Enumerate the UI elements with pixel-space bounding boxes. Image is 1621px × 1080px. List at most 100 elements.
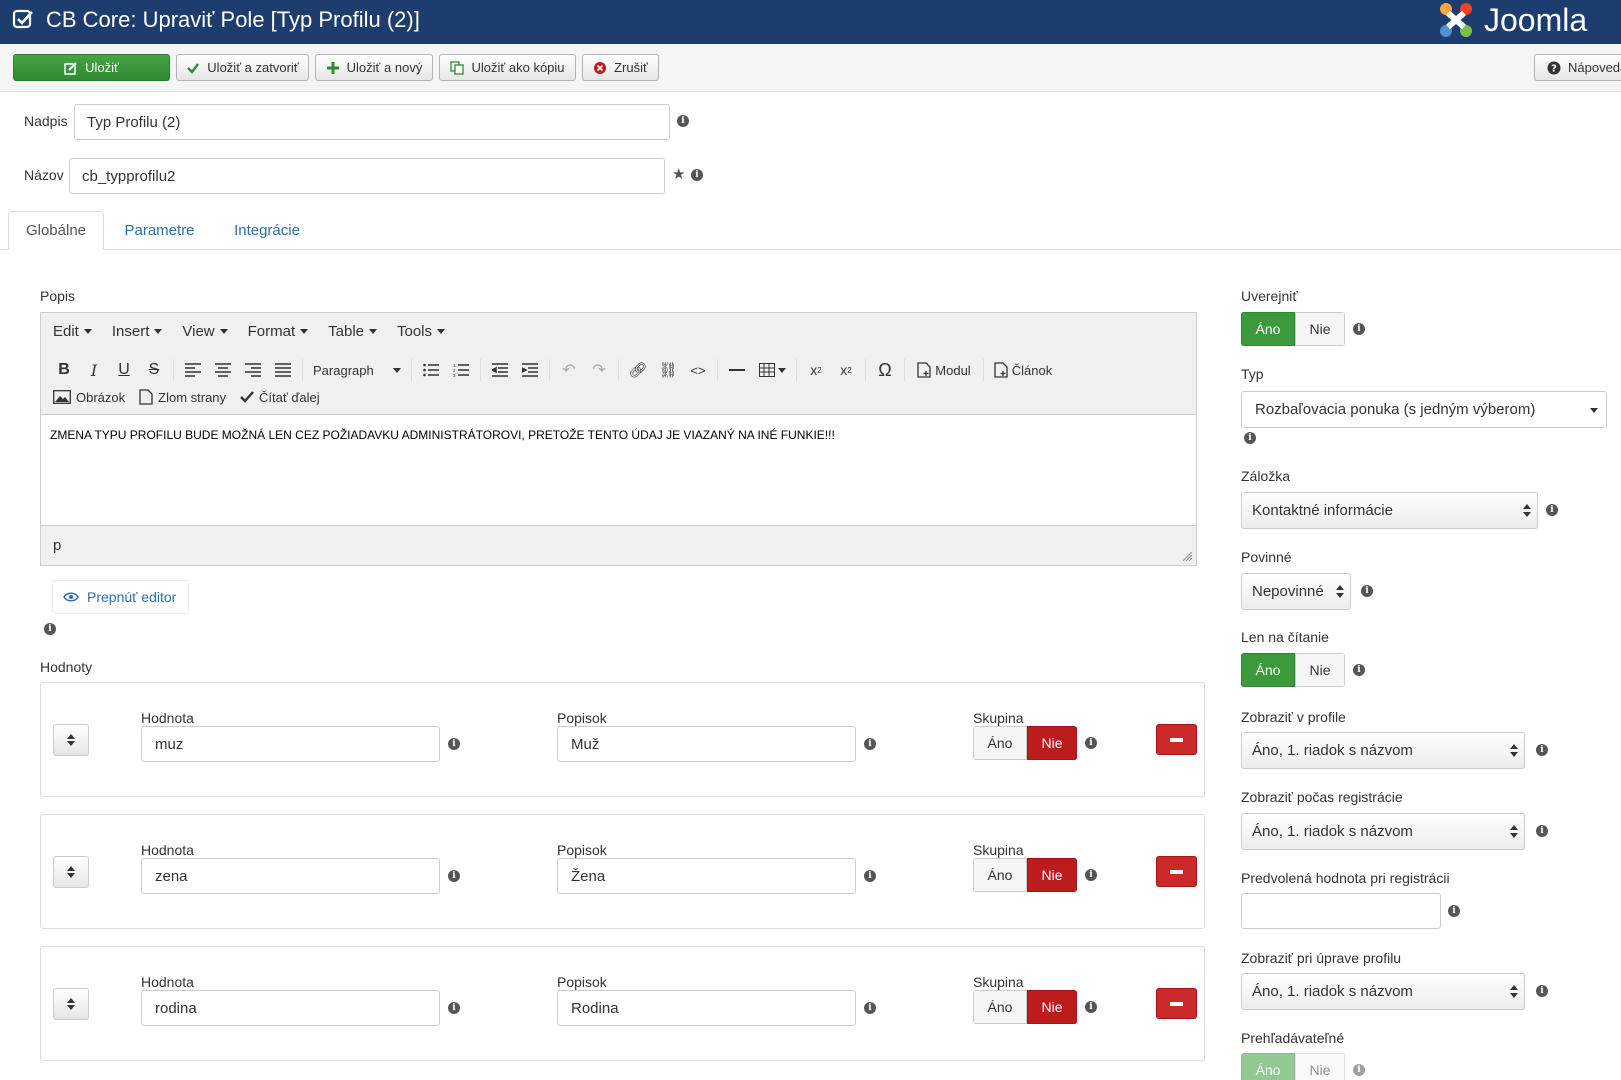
- save-new-button[interactable]: Uložiť a nový: [315, 54, 433, 81]
- show-registration-select[interactable]: Áno, 1. riadok s názvom: [1241, 813, 1525, 850]
- tab-integracie[interactable]: Integrácie: [224, 211, 310, 250]
- menu-table[interactable]: Table: [328, 323, 377, 340]
- searchable-no-button[interactable]: Nie: [1295, 1053, 1345, 1080]
- save-close-button[interactable]: Uložiť a zatvoriť: [176, 54, 309, 81]
- separator: [904, 359, 905, 381]
- toggle-editor-button[interactable]: Prepnúť editor: [52, 580, 189, 614]
- reorder-handle[interactable]: [53, 724, 89, 756]
- editor-content[interactable]: ZMENA TYPU PROFILU BUDE MOŽNÁ LEN CEZ PO…: [41, 414, 1196, 526]
- menu-format[interactable]: Format: [248, 323, 309, 340]
- separator: [796, 359, 797, 381]
- caption-input[interactable]: Muž: [557, 726, 856, 762]
- readonly-toggle: Áno Nie: [1241, 653, 1345, 687]
- info-icon: i: [448, 870, 460, 882]
- reorder-handle[interactable]: [53, 856, 89, 888]
- outdent-icon[interactable]: [485, 357, 515, 383]
- searchable-yes-button[interactable]: Áno: [1241, 1053, 1295, 1080]
- chevron-down-icon: [1590, 408, 1598, 413]
- menu-view[interactable]: View: [182, 322, 228, 340]
- remove-row-button[interactable]: [1156, 988, 1197, 1019]
- group-no-button[interactable]: Nie: [1027, 726, 1077, 760]
- cancel-button[interactable]: Zrušiť: [582, 54, 659, 81]
- link-icon[interactable]: 🔗︎: [623, 357, 653, 383]
- tab-select[interactable]: Kontaktné informácie: [1241, 492, 1538, 529]
- value-input[interactable]: rodina: [141, 990, 440, 1026]
- show-edit-select[interactable]: Áno, 1. riadok s názvom: [1241, 973, 1525, 1010]
- separator: [717, 359, 718, 381]
- numbered-list-icon[interactable]: 123: [446, 357, 476, 383]
- type-select[interactable]: Rozbaľovacia ponuka (s jedným výberom): [1241, 391, 1607, 428]
- caption-input[interactable]: Žena: [557, 858, 856, 894]
- help-button[interactable]: ? Nápoveda: [1534, 54, 1621, 81]
- readonly-yes-button[interactable]: Áno: [1241, 653, 1295, 687]
- title-input[interactable]: Typ Profilu (2): [74, 104, 670, 140]
- unlink-icon[interactable]: ⛓︎: [653, 357, 683, 383]
- value-input[interactable]: muz: [141, 726, 440, 762]
- table-icon[interactable]: [752, 357, 792, 383]
- menu-insert[interactable]: Insert: [112, 323, 163, 340]
- align-justify-icon[interactable]: [268, 357, 298, 383]
- remove-row-button[interactable]: [1156, 856, 1197, 887]
- code-icon[interactable]: <>: [683, 357, 713, 383]
- separator: [411, 359, 412, 381]
- horizontal-rule-icon[interactable]: [722, 357, 752, 383]
- page-break-button[interactable]: Zlom strany: [139, 384, 226, 410]
- redo-icon[interactable]: ↷: [584, 357, 614, 383]
- strikethrough-icon[interactable]: S: [139, 357, 169, 383]
- select-arrows-icon: [1510, 985, 1518, 999]
- bold-icon[interactable]: B: [49, 357, 79, 383]
- page-header: CB Core: Upraviť Pole [Typ Profilu (2)] …: [0, 0, 1621, 44]
- name-input[interactable]: cb_typprofilu2: [69, 158, 665, 194]
- chevron-down-icon: [777, 367, 786, 373]
- image-button[interactable]: Obrázok: [53, 384, 125, 410]
- resize-handle-icon[interactable]: [1183, 552, 1192, 561]
- publish-no-button[interactable]: Nie: [1295, 312, 1345, 346]
- superscript-icon[interactable]: x2: [831, 357, 861, 383]
- save-button[interactable]: Uložiť: [13, 54, 170, 81]
- tab-globalne[interactable]: Globálne: [8, 211, 104, 250]
- required-select-value: Nepovinné: [1252, 583, 1324, 600]
- cancel-icon: [594, 61, 607, 74]
- menu-tools[interactable]: Tools: [397, 323, 446, 340]
- readonly-no-button[interactable]: Nie: [1295, 653, 1345, 687]
- caption-input[interactable]: Rodina: [557, 990, 856, 1026]
- menu-view-label: View: [182, 322, 215, 340]
- show-profile-select[interactable]: Áno, 1. riadok s názvom: [1241, 732, 1525, 769]
- tab-parametre[interactable]: Parametre: [112, 211, 207, 250]
- save-copy-button[interactable]: Uložiť ako kópiu: [439, 54, 576, 81]
- value-input[interactable]: zena: [141, 858, 440, 894]
- rich-text-editor: Edit Insert View Format Table Tools B I …: [40, 312, 1197, 566]
- publish-yes-button[interactable]: Áno: [1241, 312, 1295, 346]
- underline-icon[interactable]: U: [109, 357, 139, 383]
- indent-icon[interactable]: [515, 357, 545, 383]
- editor-toolbar-row-2: Obrázok Zlom strany Čítať ďalej: [53, 383, 320, 411]
- group-no-button[interactable]: Nie: [1027, 990, 1077, 1024]
- align-left-icon[interactable]: [178, 357, 208, 383]
- chevron-down-icon: [219, 328, 228, 334]
- svg-text:3: 3: [453, 373, 456, 377]
- editor-menubar: Edit Insert View Format Table Tools: [41, 313, 1196, 349]
- italic-icon[interactable]: I: [79, 357, 109, 383]
- remove-row-button[interactable]: [1156, 724, 1197, 755]
- article-button[interactable]: Článok: [988, 357, 1058, 383]
- bullet-list-icon[interactable]: [416, 357, 446, 383]
- align-center-icon[interactable]: [208, 357, 238, 383]
- editor-status-path[interactable]: p: [53, 537, 61, 554]
- undo-icon[interactable]: ↶: [554, 357, 584, 383]
- default-value-input[interactable]: [1241, 893, 1441, 929]
- module-button[interactable]: Modul: [909, 357, 979, 383]
- reorder-handle[interactable]: [53, 988, 89, 1020]
- paragraph-select[interactable]: Paragraph: [307, 357, 407, 383]
- group-yes-button[interactable]: Áno: [973, 726, 1027, 760]
- required-select[interactable]: Nepovinné: [1241, 573, 1351, 610]
- special-character-icon[interactable]: Ω: [870, 357, 900, 383]
- group-yes-button[interactable]: Áno: [973, 858, 1027, 892]
- group-yes-button[interactable]: Áno: [973, 990, 1027, 1024]
- chevron-down-icon: [369, 328, 377, 334]
- check-icon: [187, 62, 200, 74]
- read-more-button[interactable]: Čítať ďalej: [240, 384, 320, 410]
- subscript-icon[interactable]: x2: [801, 357, 831, 383]
- menu-edit[interactable]: Edit: [53, 323, 92, 340]
- group-no-button[interactable]: Nie: [1027, 858, 1077, 892]
- align-right-icon[interactable]: [238, 357, 268, 383]
